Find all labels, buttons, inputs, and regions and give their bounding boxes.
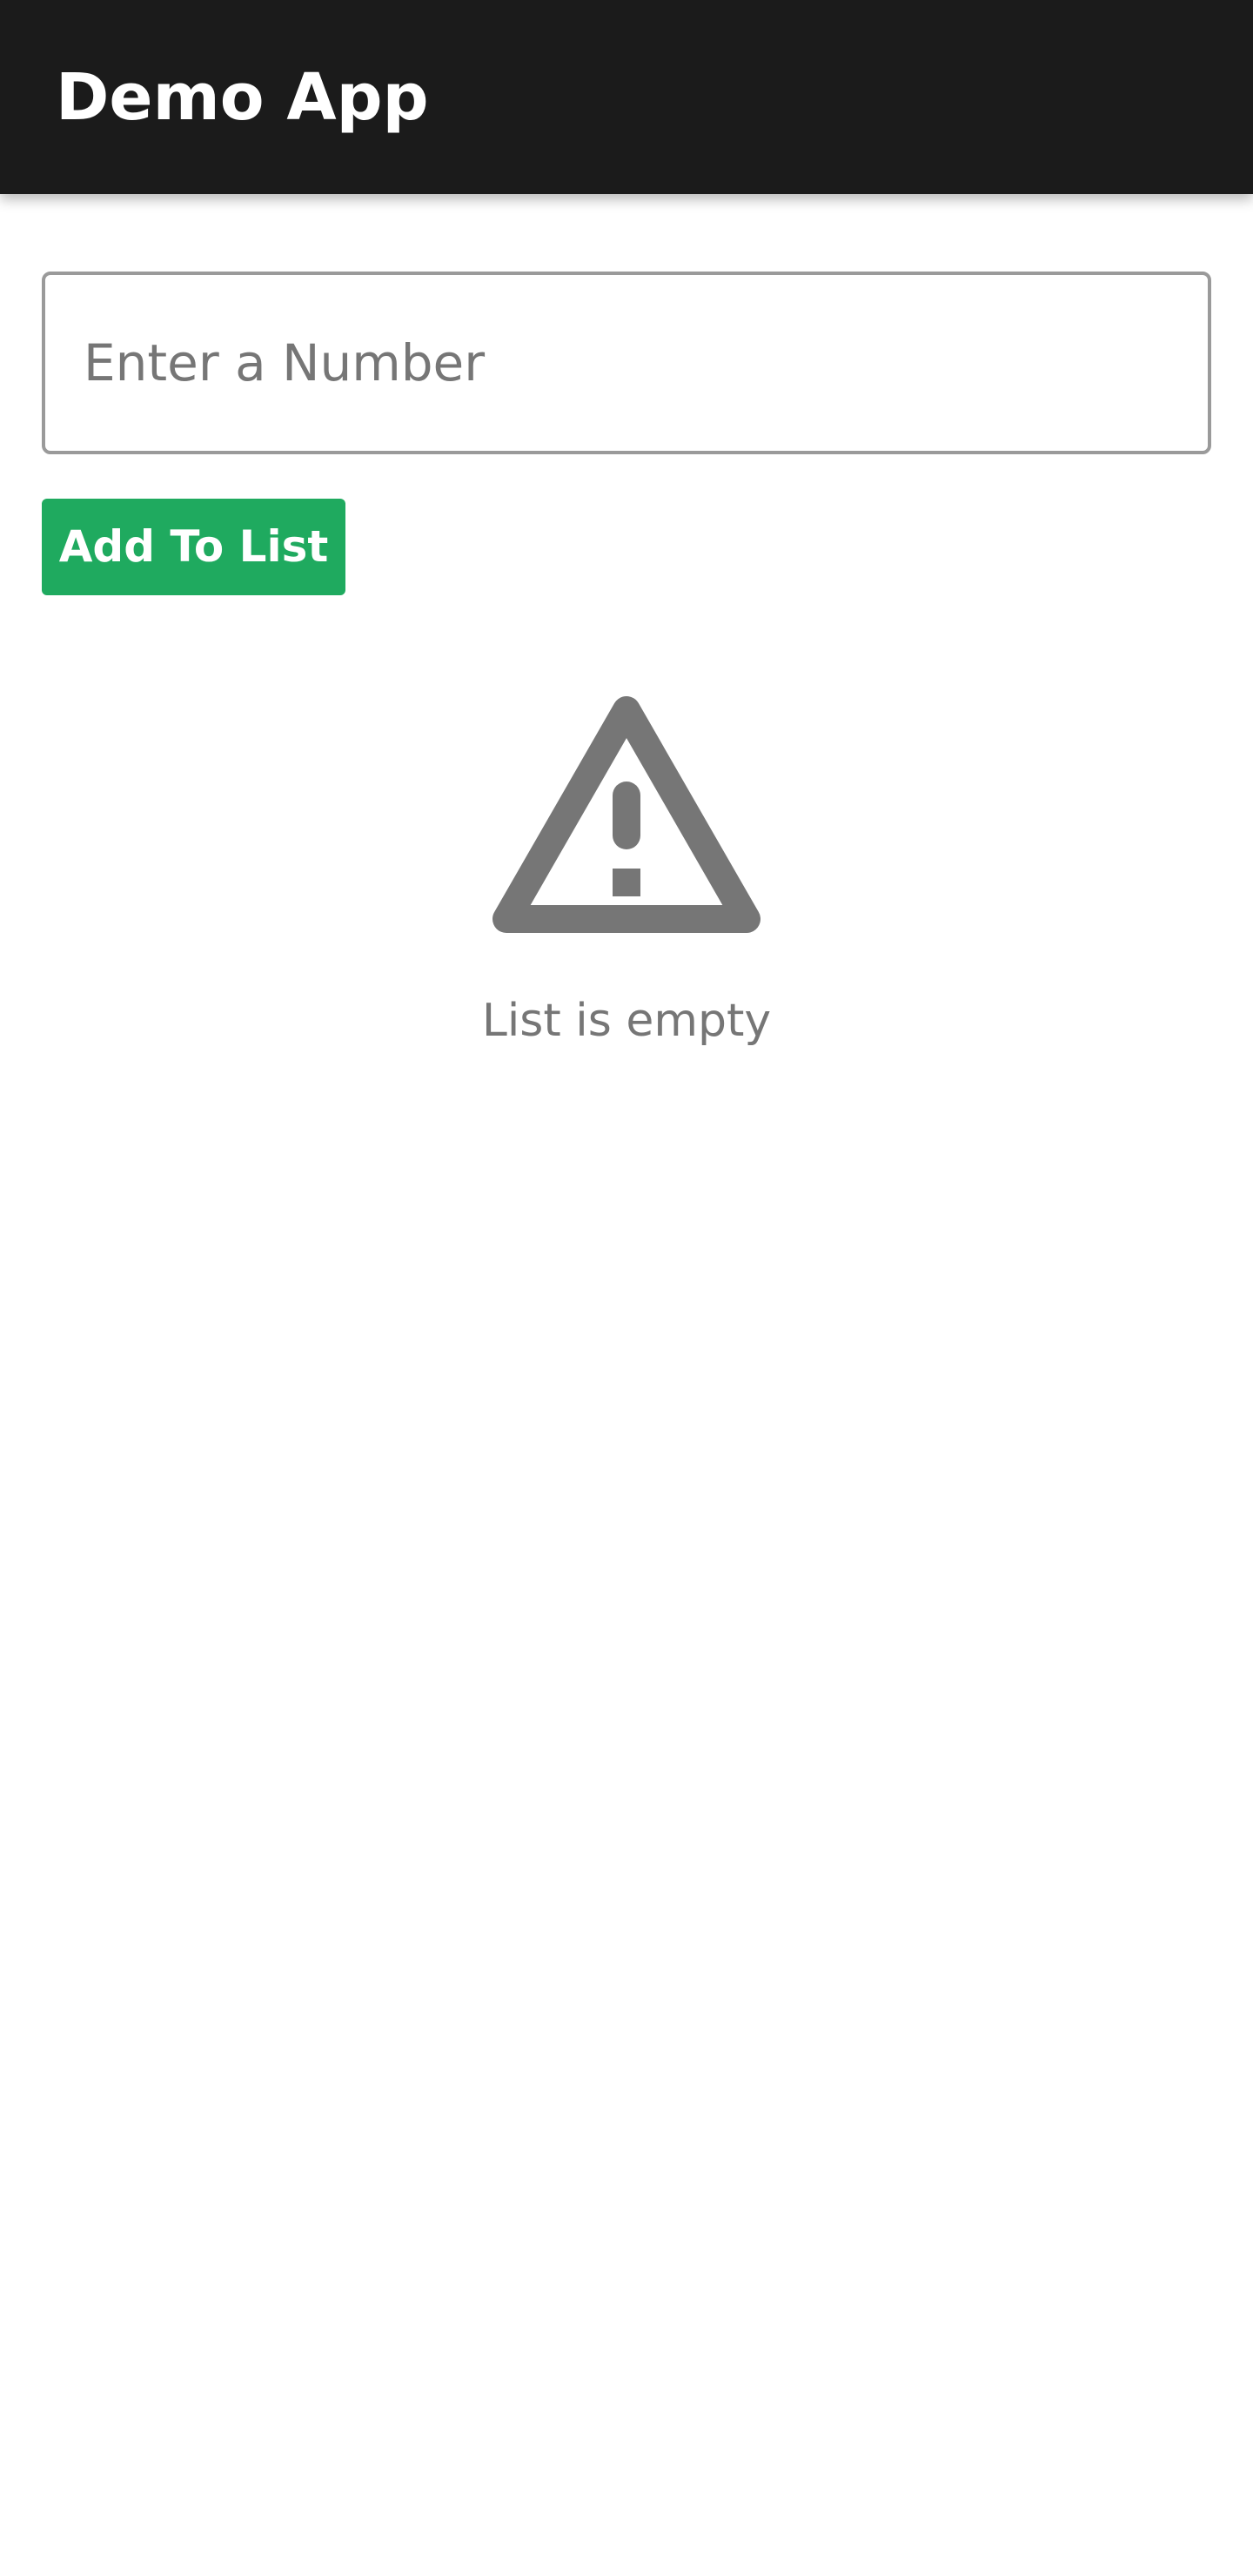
add-to-list-button[interactable]: Add To List	[42, 499, 345, 595]
empty-message: List is empty	[481, 995, 772, 1047]
warning-triangle-icon	[492, 696, 761, 933]
app-bar: Demo App	[0, 0, 1253, 194]
number-input[interactable]	[42, 272, 1211, 454]
app-title: Demo App	[56, 60, 429, 135]
